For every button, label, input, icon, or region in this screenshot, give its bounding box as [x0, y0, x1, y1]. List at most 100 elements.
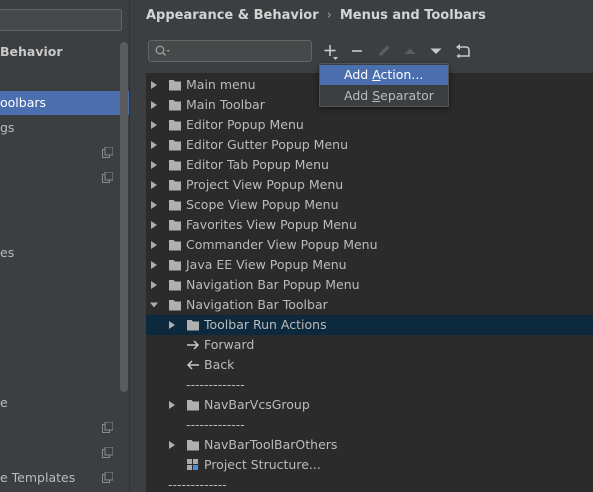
sidebar-item-file-templates[interactable]: e Templates: [0, 466, 129, 490]
chevron-right-icon[interactable]: [150, 161, 158, 169]
tree-node-label: -------------: [186, 377, 245, 392]
tree-group-node[interactable]: Java EE View Popup Menu: [146, 255, 593, 275]
menu-item-text: Add: [344, 67, 373, 82]
arrow-right-icon: [187, 340, 200, 350]
chevron-right-icon[interactable]: [168, 401, 176, 409]
folder-icon: [187, 320, 199, 331]
copy-icon: [102, 422, 113, 433]
breadcrumb-separator: ›: [326, 8, 332, 23]
edit-button[interactable]: [374, 41, 394, 61]
tree-node-label: Commander View Popup Menu: [186, 237, 378, 252]
tree-action-node[interactable]: Back: [146, 355, 593, 375]
sidebar-item-project-setting-3[interactable]: [0, 416, 129, 440]
add-separator-menu-item[interactable]: Add Separator: [320, 86, 448, 106]
sidebar-scrollbar[interactable]: [120, 42, 128, 392]
tree-separator[interactable]: -------------: [146, 375, 593, 395]
chevron-right-icon[interactable]: [150, 101, 158, 109]
add-button[interactable]: [320, 41, 340, 61]
tree-group-node[interactable]: NavBarVcsGroup: [146, 395, 593, 415]
sidebar-section-appearance-behavior[interactable]: Behavior: [0, 40, 129, 64]
actions-search-field[interactable]: [148, 40, 312, 62]
chevron-right-icon[interactable]: [150, 121, 158, 129]
remove-button[interactable]: [347, 41, 367, 61]
tree-group-node[interactable]: Favorites View Popup Menu: [146, 215, 593, 235]
copy-icon: [102, 147, 113, 158]
tree-group-node[interactable]: Commander View Popup Menu: [146, 235, 593, 255]
sidebar-section-label: Behavior: [0, 44, 63, 59]
add-icon: [324, 45, 338, 60]
tree-group-node[interactable]: Scope View Popup Menu: [146, 195, 593, 215]
restore-button[interactable]: [453, 41, 473, 61]
chevron-right-icon[interactable]: [150, 81, 158, 89]
tree-group-node[interactable]: Navigation Bar Popup Menu: [146, 275, 593, 295]
sidebar-item-label: gs: [0, 120, 15, 135]
settings-search-input[interactable]: [0, 9, 122, 31]
folder-icon: [169, 180, 181, 191]
settings-sidebar: Behavior oolbars gs es e e Templates: [0, 0, 130, 492]
actions-tree: Main menu Main Toolbar Editor Popup Menu Ed…: [146, 73, 593, 492]
chevron-right-icon[interactable]: [150, 141, 158, 149]
sidebar-item-plugins[interactable]: es: [0, 241, 129, 265]
chevron-right-icon[interactable]: [150, 221, 158, 229]
actions-search-input[interactable]: [177, 43, 309, 61]
breadcrumb: Appearance & Behavior › Menus and Toolbars: [146, 6, 486, 26]
tree-group-node[interactable]: Editor Tab Popup Menu: [146, 155, 593, 175]
tree-node-label: Java EE View Popup Menu: [186, 257, 347, 272]
tree-action-node[interactable]: Forward: [146, 335, 593, 355]
sidebar-item-system-settings[interactable]: gs: [0, 116, 129, 140]
folder-icon: [169, 100, 181, 111]
tree-action-node[interactable]: Project Structure...: [146, 455, 593, 475]
copy-icon: [102, 472, 113, 483]
sidebar-item-project-setting-4[interactable]: [0, 441, 129, 465]
folder-icon: [169, 240, 181, 251]
chevron-right-icon[interactable]: [150, 181, 158, 189]
sidebar-item-label: e: [0, 395, 8, 410]
sidebar-item-editor-group[interactable]: e: [0, 391, 129, 415]
add-action-menu-item[interactable]: Add Action...: [320, 65, 448, 85]
move-up-icon: [404, 48, 416, 54]
move-up-button[interactable]: [400, 41, 420, 61]
project-structure-icon: [187, 459, 198, 470]
chevron-right-icon[interactable]: [150, 261, 158, 269]
chevron-right-icon[interactable]: [150, 241, 158, 249]
menu-item-mnemonic: S: [372, 88, 381, 103]
tree-node-label: Scope View Popup Menu: [186, 197, 339, 212]
sidebar-item-project-setting-1[interactable]: [0, 141, 129, 165]
chevron-right-icon[interactable]: [150, 281, 158, 289]
remove-icon: [352, 50, 362, 52]
tree-group-node[interactable]: Navigation Bar Toolbar: [146, 295, 593, 315]
chevron-down-icon[interactable]: [150, 301, 158, 309]
tree-node-label: Main menu: [186, 77, 256, 92]
tree-node-label: -------------: [168, 477, 227, 492]
actions-toolbar: [130, 38, 593, 64]
tree-group-node[interactable]: Editor Popup Menu: [146, 115, 593, 135]
sidebar-item-project-setting-2[interactable]: [0, 166, 129, 190]
tree-group-node[interactable]: Toolbar Run Actions: [146, 315, 593, 335]
folder-icon: [169, 220, 181, 231]
tree-group-node[interactable]: Editor Gutter Popup Menu: [146, 135, 593, 155]
edit-icon: [379, 45, 390, 56]
breadcrumb-parent[interactable]: Appearance & Behavior: [146, 8, 319, 23]
tree-group-node[interactable]: NavBarToolBarOthers: [146, 435, 593, 455]
menu-item-text: Add: [344, 88, 373, 103]
menu-item-text: eparator: [380, 88, 434, 103]
folder-icon: [187, 440, 199, 451]
move-down-icon: [430, 48, 442, 54]
tree-separator[interactable]: -------------: [146, 475, 593, 492]
copy-icon: [102, 447, 113, 458]
folder-icon: [169, 140, 181, 151]
sidebar-item-menus-toolbars[interactable]: oolbars: [0, 91, 129, 115]
chevron-right-icon[interactable]: [168, 441, 176, 449]
chevron-right-icon[interactable]: [168, 321, 176, 329]
tree-node-label: Editor Popup Menu: [186, 117, 304, 132]
sidebar-item-label: es: [0, 245, 15, 260]
tree-node-label: Project Structure...: [204, 457, 321, 472]
folder-icon: [169, 300, 181, 311]
move-down-button[interactable]: [426, 41, 446, 61]
chevron-right-icon[interactable]: [150, 201, 158, 209]
arrow-left-icon: [186, 360, 199, 370]
tree-node-label: Navigation Bar Popup Menu: [186, 277, 360, 292]
tree-separator[interactable]: -------------: [146, 415, 593, 435]
tree-group-node[interactable]: Project View Popup Menu: [146, 175, 593, 195]
tree-node-label: Favorites View Popup Menu: [186, 217, 357, 232]
